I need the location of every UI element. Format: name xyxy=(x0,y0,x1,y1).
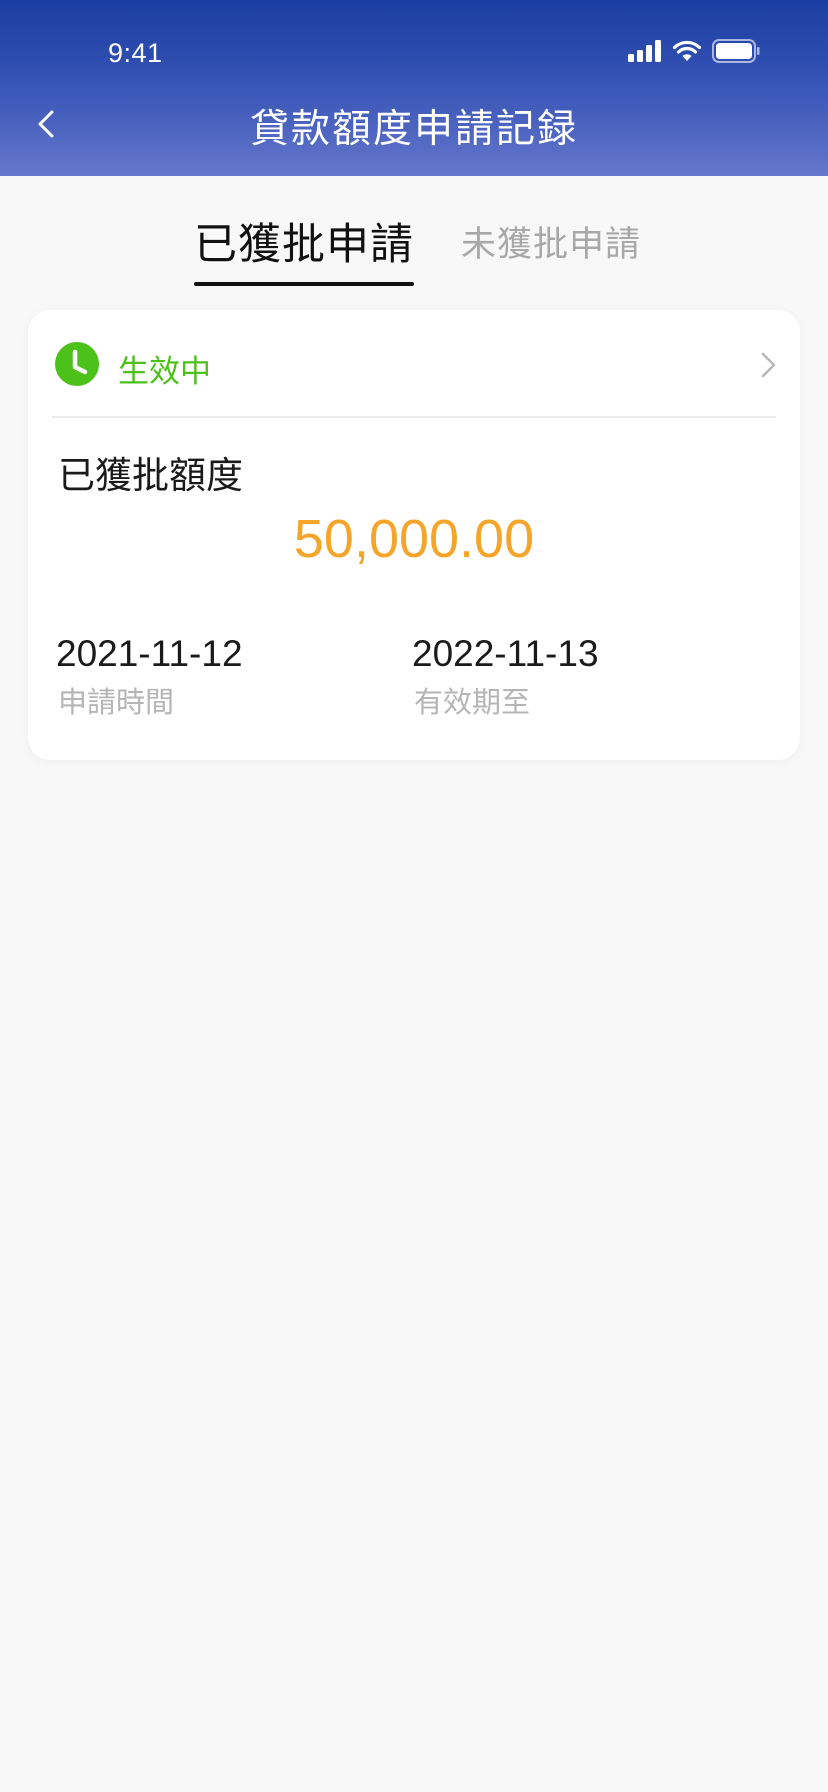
status-icons xyxy=(628,38,760,64)
apply-date-label: 申請時間 xyxy=(58,685,175,719)
quota-amount: 50,000.00 xyxy=(293,509,535,569)
expiry-date-value: 2022-11-13 xyxy=(412,633,599,674)
tab-active-indicator xyxy=(194,282,414,286)
quota-label: 已獲批額度 xyxy=(58,454,243,497)
tab-rejected-label: 未獲批申請 xyxy=(461,225,642,265)
tab-bar: 已獲批申請 未獲批申請 xyxy=(0,210,828,286)
chevron-right-icon xyxy=(761,352,776,378)
apply-date-block: 2021-11-12 申請時間 xyxy=(56,632,243,720)
clock-icon xyxy=(55,342,99,386)
tab-rejected[interactable]: 未獲批申請 xyxy=(461,216,641,267)
battery-icon xyxy=(712,39,760,63)
status-label: 生效中 xyxy=(118,354,211,390)
application-card: 生效中 已獲批額度 50,000.00 2021-11-12 申請時間 2022… xyxy=(28,310,800,760)
cellular-signal-icon xyxy=(628,40,661,62)
status-row[interactable]: 生效中 xyxy=(28,310,800,416)
apply-date-value: 2021-11-12 xyxy=(56,633,243,674)
tab-approved[interactable]: 已獲批申請 xyxy=(194,210,414,286)
expiry-date-block: 2022-11-13 有效期至 xyxy=(412,632,599,720)
divider xyxy=(52,416,776,418)
expiry-date-label: 有效期至 xyxy=(414,685,531,719)
navigation-header: 9:41 貸款額度申請記録 xyxy=(0,0,828,176)
wifi-icon xyxy=(672,40,702,61)
page-title: 貸款額度申請記録 xyxy=(249,107,578,152)
tab-approved-label: 已獲批申請 xyxy=(194,220,414,270)
status-time: 9:41 xyxy=(108,38,163,68)
